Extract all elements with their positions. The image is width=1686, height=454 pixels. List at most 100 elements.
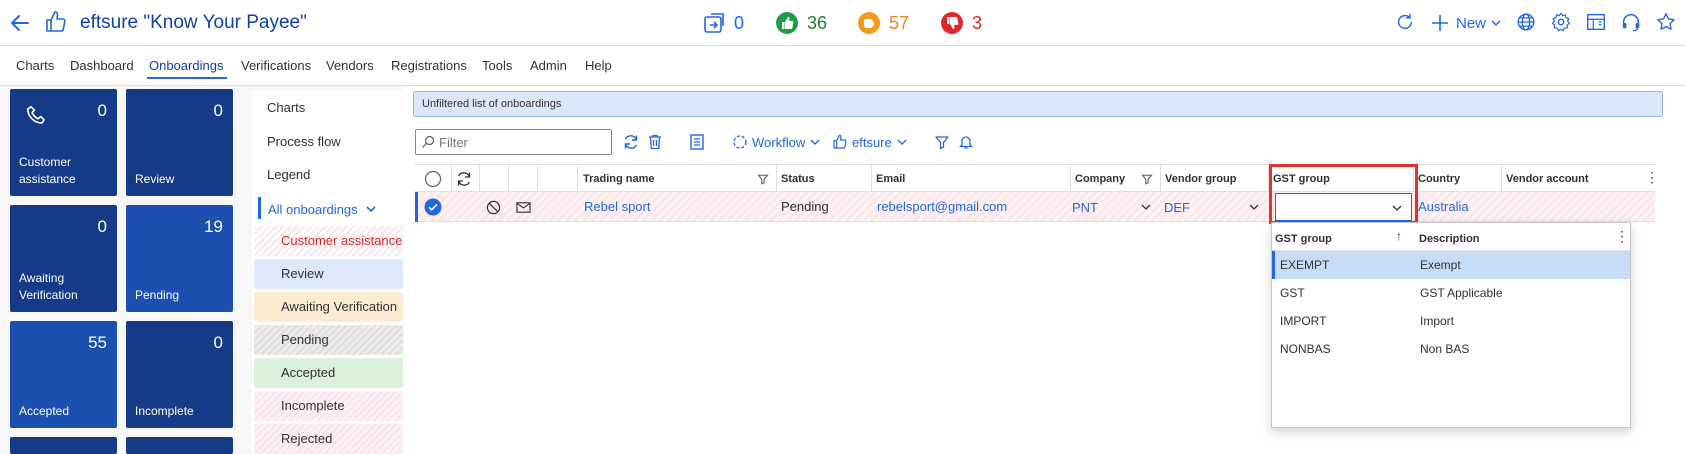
filter-input[interactable]: [415, 129, 612, 155]
all-onboardings-toggle[interactable]: All onboardings: [258, 197, 408, 221]
lookup-group: NONBAS: [1280, 342, 1331, 356]
filter-customer-assistance[interactable]: Customer assistance: [254, 226, 403, 256]
blocked-icon[interactable]: [486, 200, 501, 215]
gst-group-input[interactable]: [1275, 193, 1412, 221]
col-status[interactable]: Status: [781, 173, 815, 185]
bell-icon[interactable]: [958, 134, 974, 150]
column-filter-icon[interactable]: [1141, 173, 1153, 185]
col-company[interactable]: Company: [1075, 173, 1125, 185]
lookup-row-gst[interactable]: GST GST Applicable: [1272, 279, 1630, 307]
tile-partial[interactable]: [10, 437, 117, 454]
thumbs-up-outline-icon[interactable]: [44, 10, 68, 34]
lookup-row-import[interactable]: IMPORT Import: [1272, 307, 1630, 335]
dashboard-icon[interactable]: [1585, 11, 1607, 33]
headset-icon[interactable]: [1620, 11, 1642, 33]
rejected-stat[interactable]: 3: [940, 11, 982, 35]
accepted-count: 36: [807, 12, 828, 33]
app-header: eftsure "Know Your Payee" 0 36 57 3 New: [0, 0, 1686, 46]
lookup-options-icon[interactable]: ⋮: [1615, 228, 1629, 245]
col-gst-group[interactable]: GST group: [1273, 173, 1330, 185]
gear-icon[interactable]: [1550, 11, 1572, 33]
col-vendor-account[interactable]: Vendor account: [1506, 173, 1589, 185]
lookup-col-gst-group[interactable]: GST group: [1275, 233, 1332, 245]
nav-vendors[interactable]: Vendors: [326, 58, 374, 73]
cell-status: Pending: [781, 199, 829, 214]
globe-icon[interactable]: [1515, 11, 1537, 33]
column-options-icon[interactable]: ⋮: [1645, 169, 1659, 186]
nav-active-indicator: [147, 77, 227, 79]
filter-review[interactable]: Review: [254, 259, 403, 289]
select-all-checkbox[interactable]: [424, 170, 442, 188]
tile-review[interactable]: 0 Review: [126, 89, 233, 196]
tile-label: Accepted: [19, 404, 70, 418]
lookup-col-description[interactable]: Description: [1419, 233, 1480, 245]
nav-help[interactable]: Help: [585, 58, 612, 73]
new-button[interactable]: New: [1430, 10, 1502, 36]
column-filter-icon[interactable]: [757, 173, 769, 185]
col-trading-name[interactable]: Trading name: [583, 173, 655, 185]
sync-icon[interactable]: [455, 170, 473, 188]
sort-ascending-icon[interactable]: ↑: [1396, 229, 1402, 243]
nav-onboardings[interactable]: Onboardings: [149, 58, 223, 73]
cell-email[interactable]: rebelsport@gmail.com: [877, 199, 1007, 214]
thumbs-up-outline-icon: [833, 134, 847, 149]
chevron-down-icon: [897, 139, 907, 145]
thumbs-up-icon: [776, 12, 798, 34]
menu-legend[interactable]: Legend: [267, 167, 310, 182]
onboard-count: 0: [734, 12, 745, 33]
lookup-row-nonbas[interactable]: NONBAS Non BAS: [1272, 335, 1630, 363]
company-select[interactable]: PNT: [1072, 192, 1160, 222]
col-vendor-group[interactable]: Vendor group: [1165, 173, 1237, 185]
nav-admin[interactable]: Admin: [530, 58, 567, 73]
rejected-count: 3: [972, 12, 983, 33]
filter-awaiting-verification[interactable]: Awaiting Verification: [254, 292, 403, 322]
filter-accepted[interactable]: Accepted: [254, 358, 403, 388]
menu-process-flow[interactable]: Process flow: [267, 134, 341, 149]
chevron-down-icon: [1249, 204, 1259, 210]
star-icon[interactable]: [1655, 11, 1677, 33]
back-arrow-icon[interactable]: [8, 11, 32, 35]
accepted-stat[interactable]: 36: [775, 11, 827, 35]
tile-accepted[interactable]: 55 Accepted: [10, 321, 117, 428]
workflow-menu[interactable]: Workflow: [732, 134, 821, 150]
nav-registrations[interactable]: Registrations: [391, 58, 467, 73]
lookup-row-exempt[interactable]: EXEMPT Exempt: [1272, 251, 1630, 279]
grid-header: Trading name Status Email Company Vendor…: [415, 164, 1659, 223]
filter-pending[interactable]: Pending: [254, 325, 403, 355]
nav-tools[interactable]: Tools: [482, 58, 512, 73]
filter-icon[interactable]: [934, 134, 950, 150]
col-email[interactable]: Email: [876, 173, 905, 185]
pending-count: 57: [889, 12, 910, 33]
eftsure-menu[interactable]: eftsure: [832, 134, 908, 150]
filter-incomplete[interactable]: Incomplete: [254, 391, 403, 421]
tile-count: 0: [213, 101, 223, 120]
pending-stat[interactable]: 57: [857, 11, 909, 35]
tile-count: 19: [204, 217, 223, 236]
tile-pending[interactable]: 19 Pending: [126, 205, 233, 312]
gst-group-lookup: GST group ↑ Description ⋮ EXEMPT Exempt …: [1271, 222, 1631, 428]
nav-dashboard[interactable]: Dashboard: [70, 58, 134, 73]
row-checkbox[interactable]: [424, 198, 442, 216]
tile-partial[interactable]: [126, 437, 233, 454]
cell-trading-name[interactable]: Rebel sport: [584, 199, 650, 214]
delete-icon[interactable]: [646, 133, 664, 151]
tile-label: Awaiting Verification: [19, 271, 78, 302]
menu-charts[interactable]: Charts: [267, 100, 305, 115]
refresh-icon[interactable]: [1394, 11, 1416, 33]
cell-country[interactable]: Australia: [1418, 199, 1469, 214]
plus-icon: [1432, 15, 1448, 31]
mail-icon[interactable]: [516, 201, 531, 214]
tile-incomplete[interactable]: 0 Incomplete: [126, 321, 233, 428]
tile-awaiting-verification[interactable]: 0 Awaiting Verification: [10, 205, 117, 312]
tile-label: Review: [135, 172, 175, 186]
filter-rejected[interactable]: Rejected: [254, 424, 403, 454]
refresh-icon[interactable]: [622, 133, 640, 151]
document-icon[interactable]: [688, 133, 706, 151]
tile-customer-assistance[interactable]: 0 Customer assistance: [10, 89, 117, 196]
nav-charts[interactable]: Charts: [16, 58, 54, 73]
vendor-group-select[interactable]: DEF: [1164, 192, 1268, 222]
nav-verifications[interactable]: Verifications: [241, 58, 311, 73]
col-country[interactable]: Country: [1418, 173, 1460, 185]
onboard-stat[interactable]: 0: [702, 11, 744, 35]
row-selected-indicator: [415, 192, 418, 222]
